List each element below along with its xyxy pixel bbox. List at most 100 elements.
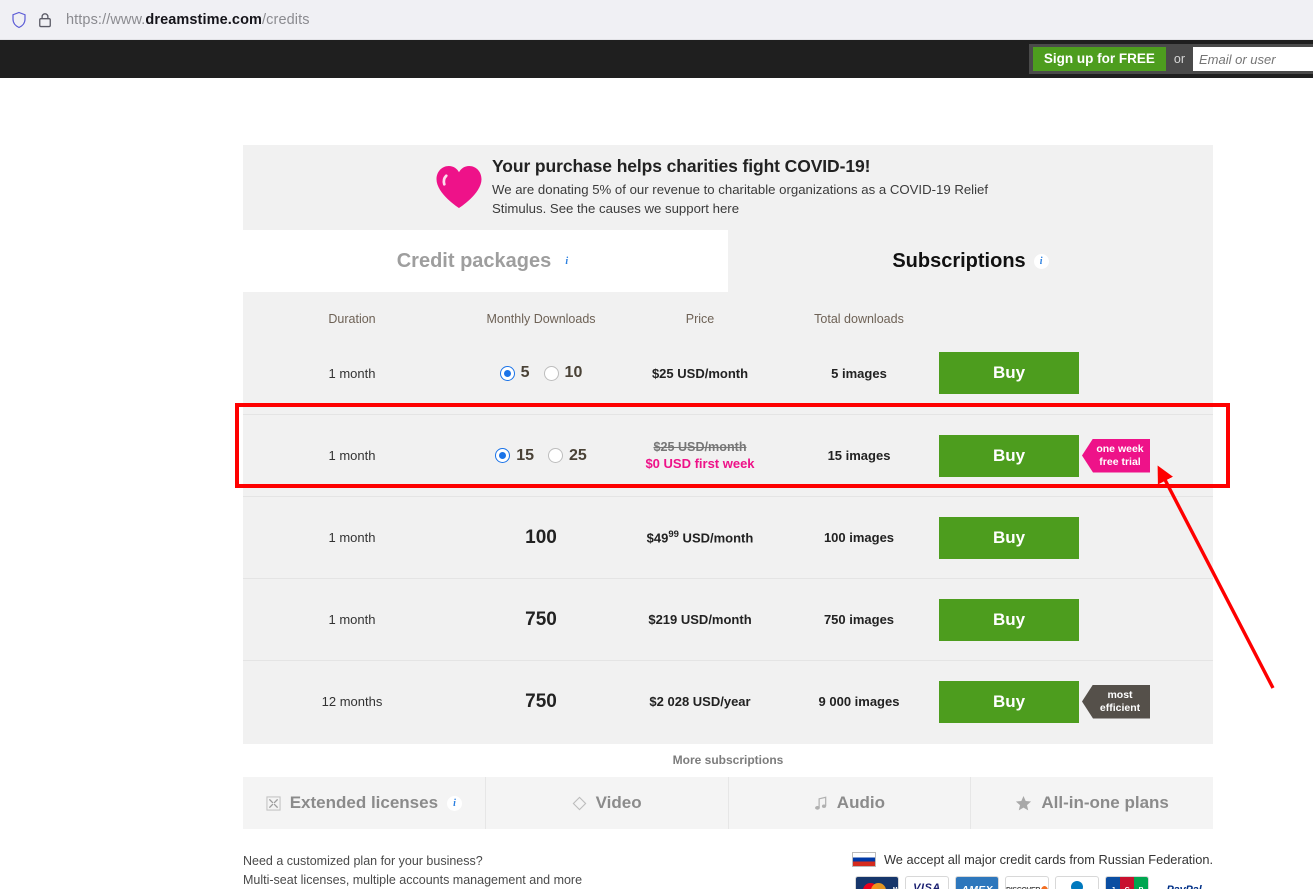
monthly-downloads-radio-group: 15 25 (461, 447, 621, 465)
visa-label: VISA (913, 881, 941, 889)
covid-banner-text: Your purchase helps charities fight COVI… (435, 156, 1032, 218)
tab-all-in-one-plans-label: All-in-one plans (1041, 793, 1169, 812)
tab-credit-packages[interactable]: Credit packages i (243, 230, 728, 292)
header-monthly-downloads: Monthly Downloads (486, 312, 596, 326)
table-row: 1 month 100 $4999 USD/month 100 images B… (243, 496, 1213, 578)
row-monthly-downloads: 750 (525, 608, 557, 630)
covid-charity-banner: Your purchase helps charities fight COVI… (243, 145, 1213, 230)
row-price: $25 USD/month $0 USD first week (621, 440, 779, 471)
buy-button[interactable]: Buy (939, 516, 1079, 559)
free-trial-badge: one week free trial (1082, 438, 1150, 473)
header-total-downloads: Total downloads (814, 312, 904, 326)
tab-audio-label: Audio (836, 793, 885, 812)
info-icon[interactable]: i (559, 253, 575, 269)
shield-icon (12, 11, 26, 28)
buy-button[interactable]: Buy (939, 680, 1079, 723)
row-total-downloads: 9 000 images (818, 694, 900, 709)
jcb-logo: JCB (1105, 876, 1149, 889)
radio-option-5[interactable]: 5 (499, 364, 530, 382)
row-price-promo: $0 USD first week (645, 456, 755, 471)
radio-button[interactable] (499, 365, 515, 381)
diamond-icon (572, 796, 587, 811)
table-header-row: Duration Monthly Downloads Price Total d… (243, 292, 1213, 332)
info-icon[interactable]: i (1033, 253, 1049, 269)
tab-video[interactable]: Video (486, 777, 729, 829)
free-trial-line2: free trial (1099, 455, 1141, 468)
row-duration: 1 month (328, 530, 376, 545)
page-footer: Need a customized plan for your business… (243, 829, 1213, 889)
payments-block: We accept all major credit cards from Ru… (851, 852, 1213, 889)
tab-extended-licenses-label: Extended licenses (289, 793, 439, 812)
page-body: Your purchase helps charities fight COVI… (0, 78, 1313, 889)
table-row: 1 month 750 $219 USD/month 750 images Bu… (243, 578, 1213, 660)
radio-button[interactable] (548, 448, 563, 463)
buy-button[interactable]: Buy (939, 598, 1079, 641)
covid-banner-title: Your purchase helps charities fight COVI… (492, 156, 871, 177)
signup-box: Sign up for FREE or (1028, 44, 1313, 74)
header-duration: Duration (328, 312, 376, 326)
music-note-icon (814, 796, 828, 811)
row-price-suffix: USD/month (678, 530, 754, 546)
radio-option-10[interactable]: 10 (543, 364, 582, 382)
browser-url-bar[interactable]: https://www.dreamstime.com/credits (0, 0, 1313, 40)
row-monthly-downloads: 100 (525, 526, 557, 548)
tab-credit-packages-label: Credit packages (396, 249, 552, 272)
covid-banner-subtitle: We are donating 5% of our revenue to cha… (492, 182, 989, 216)
site-header: Sign up for FREE or (0, 40, 1313, 78)
info-icon[interactable]: i (447, 795, 463, 811)
footer-line-2: Multi-seat licenses, multiple accounts m… (243, 873, 583, 887)
signup-for-free-button[interactable]: Sign up for FREE (1032, 46, 1166, 72)
radio-option-15[interactable]: 15 (495, 447, 534, 465)
table-row: 1 month 15 25 $25 USD/month $0 USD first… (243, 414, 1213, 496)
row-price: $25 USD/month (651, 365, 749, 381)
corporate-account-block: Need a customized plan for your business… (243, 852, 582, 889)
more-subscriptions-tabs: Extended licenses i Video Audio All-in-o… (243, 777, 1213, 829)
tab-extended-licenses[interactable]: Extended licenses i (243, 777, 486, 829)
url-text: https://www.dreamstime.com/credits (66, 12, 310, 28)
buy-button[interactable]: Buy (939, 352, 1079, 394)
accepted-countries-line: We accept all major credit cards from Ru… (851, 852, 1213, 867)
email-or-user-input[interactable] (1193, 47, 1313, 71)
radio-button[interactable] (495, 448, 511, 463)
russian-flag-icon (851, 852, 876, 867)
radio-label: 25 (569, 446, 587, 464)
url-scheme: https://www. (66, 11, 146, 28)
tab-audio[interactable]: Audio (729, 777, 972, 829)
row-total-downloads: 100 images (823, 530, 895, 545)
url-path: /credits (262, 11, 310, 28)
row-price-cents: 99 (668, 529, 679, 541)
lock-icon (39, 12, 51, 27)
paypal-label: PayPal (1167, 884, 1202, 889)
free-trial-line1: one week (1096, 443, 1144, 456)
header-price: Price (685, 312, 715, 326)
tab-subscriptions[interactable]: Subscriptions i (728, 230, 1213, 292)
main-content: Your purchase helps charities fight COVI… (243, 145, 1213, 889)
main-tabs: Credit packages i Subscriptions i (243, 230, 1213, 292)
table-row: 12 months 750 $2 028 USD/year 9 000 imag… (243, 660, 1213, 742)
heart-icon (436, 166, 482, 208)
visa-logo: VISA (905, 876, 949, 889)
signup-or-label: or (1173, 52, 1185, 66)
table-row: 1 month 5 10 $25 USD/month 5 images Buy (243, 332, 1213, 414)
radio-option-25[interactable]: 25 (548, 447, 587, 465)
most-efficient-badge: most efficient (1082, 684, 1150, 719)
expand-icon (266, 795, 281, 811)
paypal-logo: PayPal (1155, 876, 1213, 889)
row-duration: 12 months (321, 694, 383, 709)
row-total-downloads: 5 images (831, 365, 887, 381)
radio-label: 5 (520, 364, 530, 381)
tab-all-in-one-plans[interactable]: All-in-one plans (971, 777, 1213, 829)
row-duration: 1 month (328, 612, 376, 627)
radio-button[interactable] (543, 365, 559, 381)
mastercard-logo: MasterCard (855, 876, 899, 889)
pricing-table: Duration Monthly Downloads Price Total d… (243, 292, 1213, 744)
monthly-downloads-radio-group: 5 10 (461, 364, 621, 382)
buy-button[interactable]: Buy (939, 434, 1079, 477)
tab-video-label: Video (595, 793, 642, 812)
row-price-main: $49 (646, 530, 669, 546)
row-price: $2 028 USD/year (649, 694, 751, 709)
row-total-downloads: 15 images (827, 448, 891, 463)
accept-text: We accept all major credit cards from Ru… (883, 852, 1213, 867)
url-domain: dreamstime.com (145, 11, 263, 28)
tab-subscriptions-label: Subscriptions (892, 249, 1026, 272)
